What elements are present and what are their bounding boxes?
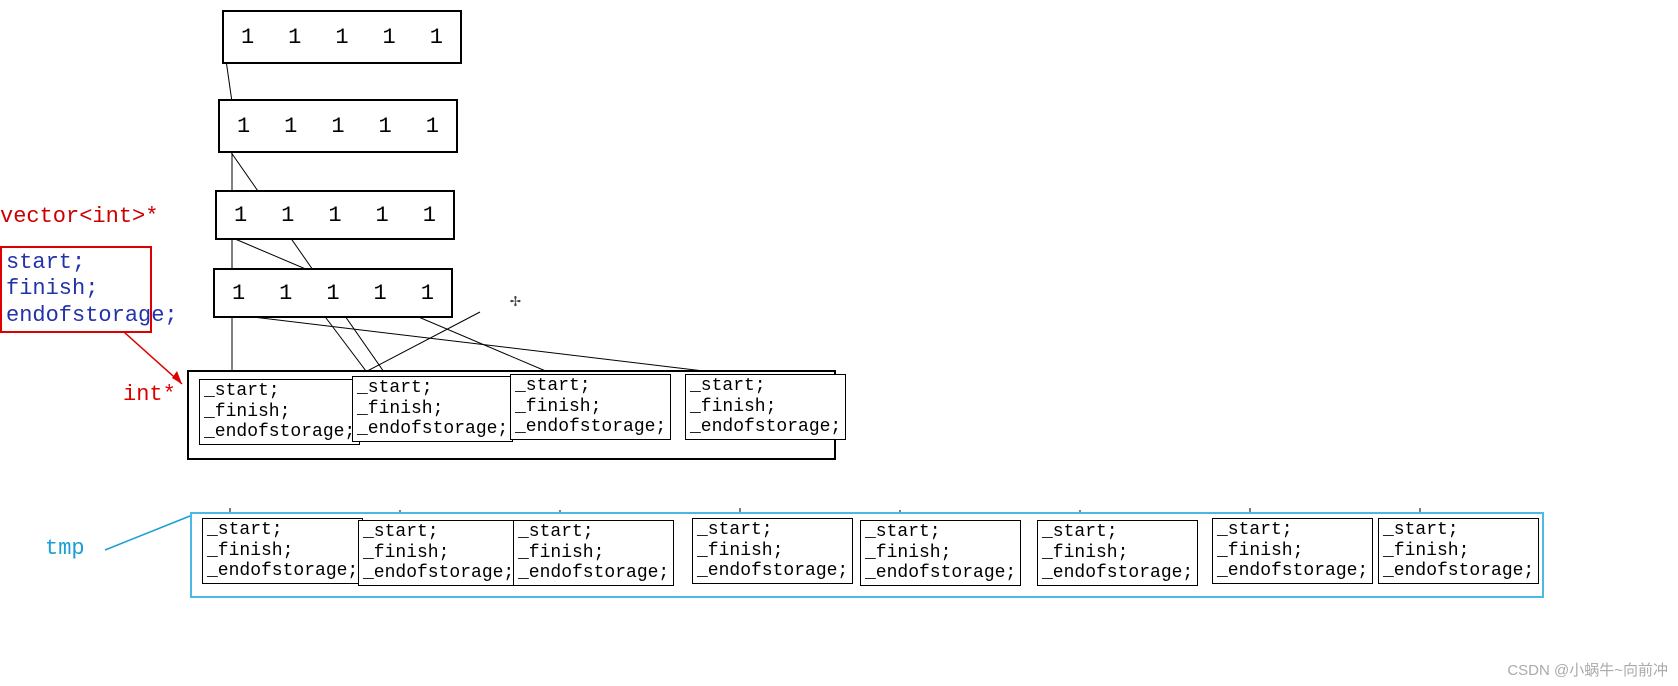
struct-line: _endofstorage;	[697, 561, 848, 582]
array-row-3: 1 1 1 1 1	[213, 268, 453, 318]
code-line: start;	[6, 250, 146, 276]
struct-line: _finish;	[865, 543, 1016, 564]
struct-box: _start; _finish; _endofstorage;	[199, 379, 360, 445]
struct-line: _endofstorage;	[204, 422, 355, 443]
struct-line: _endofstorage;	[363, 563, 514, 584]
struct-line: _endofstorage;	[1383, 561, 1534, 582]
array-cell: 1	[328, 203, 341, 228]
struct-line: _endofstorage;	[1042, 563, 1193, 584]
struct-box: _start; _finish; _endofstorage;	[685, 374, 846, 440]
struct-line: _start;	[1383, 520, 1534, 541]
array-cell: 1	[423, 203, 436, 228]
watermark: CSDN @小蜗牛~向前冲	[1507, 659, 1668, 680]
array-cell: 1	[383, 25, 396, 50]
array-cell: 1	[426, 114, 439, 139]
array-cell: 1	[288, 25, 301, 50]
struct-line: _finish;	[1383, 541, 1534, 562]
struct-line: _start;	[690, 376, 841, 397]
struct-line: _start;	[357, 378, 508, 399]
struct-line: _start;	[204, 381, 355, 402]
array-row-0: 1 1 1 1 1	[222, 10, 462, 64]
array-cell: 1	[379, 114, 392, 139]
array-cell: 1	[430, 25, 443, 50]
struct-line: _endofstorage;	[357, 419, 508, 440]
struct-line: _start;	[363, 522, 514, 543]
array-cell: 1	[331, 114, 344, 139]
array-row-2: 1 1 1 1 1	[215, 190, 455, 240]
array-cell: 1	[335, 25, 348, 50]
code-line: endofstorage;	[6, 303, 146, 329]
struct-box: _start; _finish; _endofstorage;	[510, 374, 671, 440]
struct-line: _finish;	[515, 397, 666, 418]
struct-line: _start;	[865, 522, 1016, 543]
tmp-struct-box: _start; _finish; _endofstorage;	[1212, 518, 1373, 584]
struct-box: _start; _finish; _endofstorage;	[352, 376, 513, 442]
array-cell: 1	[284, 114, 297, 139]
struct-line: _endofstorage;	[865, 563, 1016, 584]
tmp-struct-box: _start; _finish; _endofstorage;	[358, 520, 519, 586]
array-cell: 1	[281, 203, 294, 228]
struct-line: _start;	[518, 522, 669, 543]
struct-line: _endofstorage;	[1217, 561, 1368, 582]
tmp-struct-box: _start; _finish; _endofstorage;	[513, 520, 674, 586]
tmp-struct-box: _start; _finish; _endofstorage;	[860, 520, 1021, 586]
struct-line: _finish;	[1217, 541, 1368, 562]
array-cell: 1	[237, 114, 250, 139]
struct-line: _finish;	[363, 543, 514, 564]
array-cell: 1	[374, 281, 387, 306]
label-vector-ptr: vector<int>*	[0, 204, 158, 229]
label-int-ptr: int*	[123, 382, 176, 407]
tmp-struct-box: _start; _finish; _endofstorage;	[1378, 518, 1539, 584]
struct-line: _finish;	[207, 541, 358, 562]
array-cell: 1	[234, 203, 247, 228]
struct-line: _finish;	[518, 543, 669, 564]
code-line: finish;	[6, 276, 146, 302]
struct-line: _finish;	[357, 399, 508, 420]
cursor-icon: ✢	[510, 290, 521, 312]
struct-line: _endofstorage;	[518, 563, 669, 584]
struct-line: _finish;	[697, 541, 848, 562]
array-cell: 1	[232, 281, 245, 306]
tmp-struct-box: _start; _finish; _endofstorage;	[1037, 520, 1198, 586]
array-cell: 1	[326, 281, 339, 306]
struct-line: _finish;	[690, 397, 841, 418]
struct-line: _start;	[1217, 520, 1368, 541]
label-tmp: tmp	[45, 536, 85, 561]
struct-line: _finish;	[1042, 543, 1193, 564]
array-cell: 1	[241, 25, 254, 50]
struct-line: _start;	[515, 376, 666, 397]
struct-line: _start;	[697, 520, 848, 541]
array-row-1: 1 1 1 1 1	[218, 99, 458, 153]
struct-line: _start;	[1042, 522, 1193, 543]
tmp-struct-box: _start; _finish; _endofstorage;	[202, 518, 363, 584]
struct-line: _finish;	[204, 402, 355, 423]
struct-line: _start;	[207, 520, 358, 541]
outer-struct-box: start; finish; endofstorage;	[0, 246, 152, 333]
struct-line: _endofstorage;	[207, 561, 358, 582]
struct-line: _endofstorage;	[515, 417, 666, 438]
struct-line: _endofstorage;	[690, 417, 841, 438]
array-cell: 1	[279, 281, 292, 306]
array-cell: 1	[421, 281, 434, 306]
array-cell: 1	[376, 203, 389, 228]
tmp-struct-box: _start; _finish; _endofstorage;	[692, 518, 853, 584]
